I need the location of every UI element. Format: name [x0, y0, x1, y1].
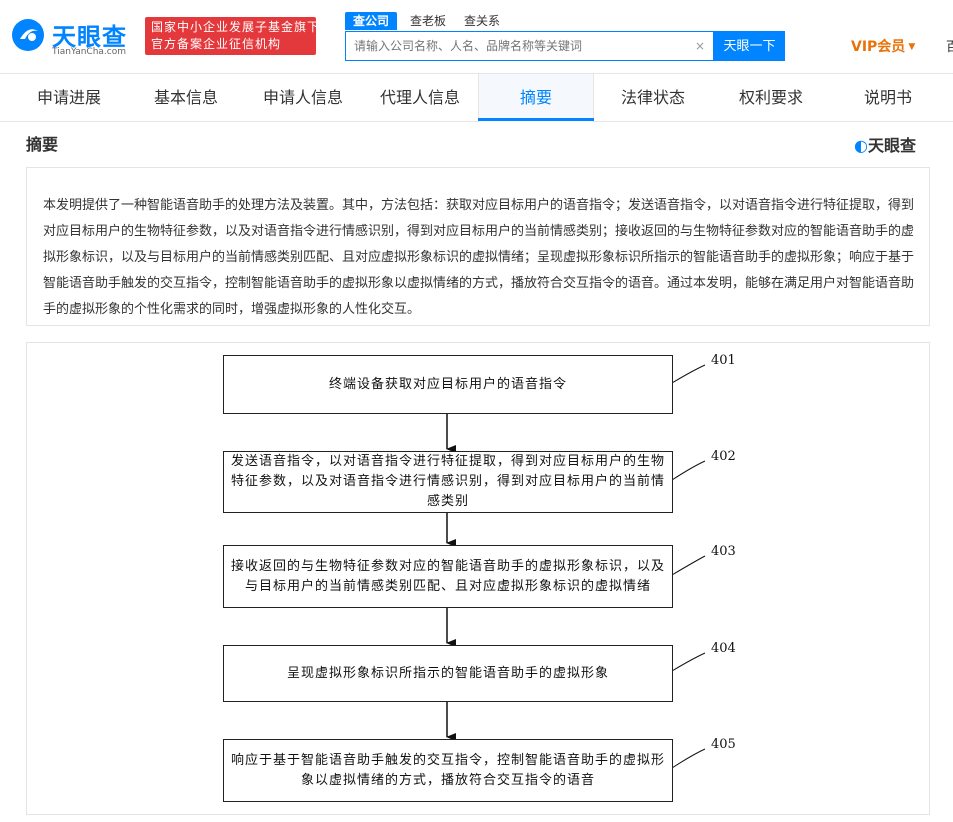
- site-header: 天眼查 TianYanCha.com 国家中小企业发展子基金旗下 官方备案企业征…: [0, 0, 953, 74]
- flow-label-401: 401: [711, 353, 736, 368]
- tab-description[interactable]: 说明书: [830, 74, 946, 122]
- flow-label-402: 402: [711, 449, 736, 464]
- leader-402: [671, 460, 706, 481]
- search-tab-boss[interactable]: 查老板: [410, 12, 446, 30]
- leader-401: [671, 364, 706, 384]
- flow-step-405: 响应于基于智能语音助手触发的交互指令，控制智能语音助手的虚拟形象以虚拟情绪的方式…: [223, 739, 673, 802]
- vip-member-menu[interactable]: VIP会员 ▼: [851, 36, 915, 56]
- search-button[interactable]: 天眼一下: [714, 31, 785, 61]
- tab-legal-status[interactable]: 法律状态: [594, 74, 712, 122]
- official-banner[interactable]: 国家中小企业发展子基金旗下 官方备案企业征信机构: [145, 17, 316, 55]
- section-brand-mark: ◐天眼查: [854, 132, 916, 156]
- tab-applicant-info[interactable]: 申请人信息: [244, 74, 362, 122]
- tab-abstract[interactable]: 摘要: [478, 74, 594, 122]
- search-tab-relation[interactable]: 查关系: [464, 12, 500, 30]
- leader-404: [671, 652, 706, 672]
- brand-mark-text: 天眼查: [867, 136, 916, 155]
- brand-eye-icon: ◐: [854, 136, 868, 155]
- clear-icon[interactable]: ×: [695, 39, 705, 53]
- banner-line-1: 国家中小企业发展子基金旗下: [151, 20, 316, 34]
- search-box: ×: [345, 31, 714, 61]
- leader-405: [671, 748, 706, 769]
- abstract-text: 本发明提供了一种智能语音助手的处理方法及装置。其中，方法包括：获取对应目标用户的…: [43, 197, 915, 316]
- logo-subtext: TianYanCha.com: [52, 47, 127, 57]
- detail-tab-bar: 申请进展 基本信息 申请人信息 代理人信息 摘要 法律状态 权利要求 说明书: [0, 74, 953, 122]
- vip-label: VIP会员: [851, 39, 906, 55]
- site-logo[interactable]: 天眼查 TianYanCha.com: [10, 15, 140, 63]
- tab-claims[interactable]: 权利要求: [712, 74, 830, 122]
- search-tab-company[interactable]: 查公司: [345, 12, 398, 30]
- flow-step-401: 终端设备获取对应目标用户的语音指令: [223, 355, 673, 414]
- flow-step-402: 发送语音指令，以对语音指令进行特征提取，得到对应目标用户的生物特征参数，以及对语…: [223, 451, 673, 513]
- header-edge-link[interactable]: 百: [946, 36, 953, 55]
- banner-line-2: 官方备案企业征信机构: [151, 37, 282, 51]
- tab-application-progress[interactable]: 申请进展: [10, 74, 128, 122]
- flow-label-405: 405: [711, 737, 736, 752]
- leader-403: [671, 555, 706, 576]
- search-input[interactable]: [346, 32, 713, 60]
- section-title: 摘要: [26, 135, 59, 154]
- active-tab-indicator: [478, 118, 594, 121]
- tab-agent-info[interactable]: 代理人信息: [362, 74, 478, 122]
- tianyancha-logo-icon: [12, 19, 44, 51]
- caret-down-icon: ▼: [908, 42, 916, 52]
- abstract-figure: 终端设备获取对应目标用户的语音指令 401 发送语音指令，以对语音指令进行特征提…: [26, 342, 930, 815]
- abstract-box: 本发明提供了一种智能语音助手的处理方法及装置。其中，方法包括：获取对应目标用户的…: [26, 167, 930, 326]
- flow-step-403: 接收返回的与生物特征参数对应的智能语音助手的虚拟形象标识，以及与目标用户的当前情…: [223, 545, 673, 608]
- flow-step-404: 呈现虚拟形象标识所指示的智能语音助手的虚拟形象: [223, 645, 673, 702]
- tab-basic-info[interactable]: 基本信息: [128, 74, 244, 122]
- flow-label-403: 403: [711, 544, 736, 559]
- flow-label-404: 404: [711, 641, 736, 656]
